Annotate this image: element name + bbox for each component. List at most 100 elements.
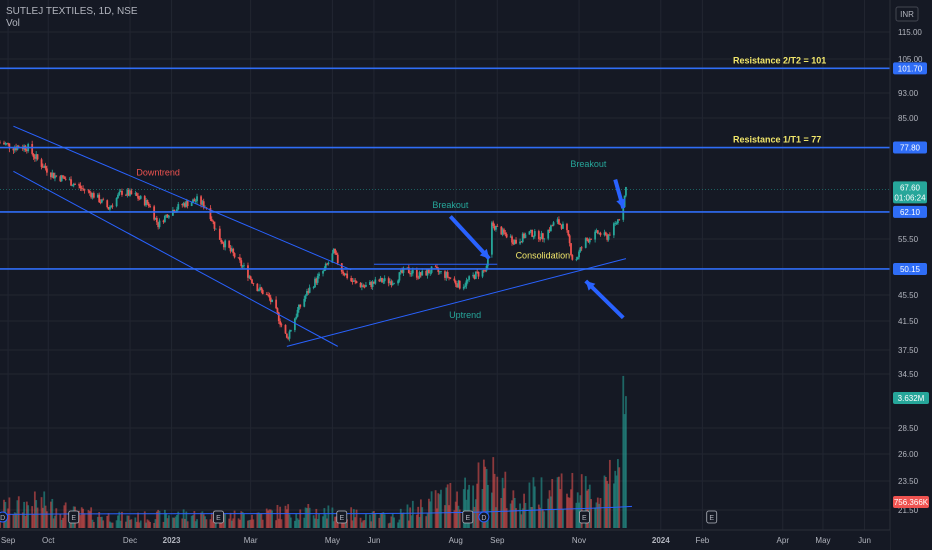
candle-body (571, 255, 574, 260)
candle-body (78, 184, 80, 186)
candle-body (335, 253, 338, 255)
volume-bar (486, 484, 489, 528)
volume-bar (402, 512, 405, 528)
event-marker-label: D (481, 515, 486, 522)
volume-bar (327, 505, 330, 528)
candle-body (551, 225, 554, 227)
candle-body (393, 283, 395, 285)
candle-body (362, 285, 365, 287)
candle-body (590, 238, 592, 240)
volume-bar (365, 514, 367, 528)
chart-header: SUTLEJ TEXTILES, 1D, NSE Vol (6, 6, 138, 30)
candle-body (293, 318, 296, 331)
x-tick-label: 2023 (163, 536, 181, 545)
candle-body (327, 262, 330, 264)
candle-body (618, 219, 621, 221)
y-tick-label: 93.00 (898, 89, 919, 98)
candle-body (121, 190, 123, 195)
volume-legend[interactable]: Vol (6, 18, 138, 30)
x-tick-label: Dec (123, 536, 137, 545)
candle-body (252, 283, 255, 284)
candle-body (334, 248, 336, 254)
candle-body (64, 178, 67, 180)
level-badge-label: 50.15 (900, 265, 921, 274)
event-marker-label: E (465, 515, 470, 522)
candle-body (177, 204, 180, 210)
y-tick-label: 34.50 (898, 370, 919, 379)
x-tick-label: May (325, 536, 340, 545)
y-tick-label: 26.00 (898, 450, 919, 459)
y-tick-label: 45.50 (898, 291, 919, 300)
volume-bar (92, 521, 95, 528)
candle-body (249, 276, 252, 280)
price-chart[interactable]: Resistance 2/T2 = 101 Resistance 1/T1 = 7… (0, 0, 932, 550)
x-tick-label: Aug (449, 536, 463, 545)
volume-bar (383, 514, 386, 528)
candle-body (608, 234, 611, 236)
candle-body (163, 215, 166, 223)
volume-bar (533, 486, 536, 528)
candle-body (568, 235, 571, 244)
candle-body (271, 299, 273, 302)
candle-body (398, 272, 401, 281)
candle-body (257, 290, 260, 292)
volume-bar (224, 514, 227, 528)
candle-body (44, 166, 47, 169)
volume-bar (608, 459, 611, 528)
candle-body (190, 202, 193, 207)
candle-body (365, 284, 367, 287)
candle-body (70, 179, 72, 186)
candle-body (303, 298, 306, 307)
candle-body (247, 265, 249, 278)
candle-body (312, 287, 315, 288)
volume-bar (552, 508, 555, 528)
volume-bar (289, 517, 292, 528)
symbol-line[interactable]: SUTLEJ TEXTILES, 1D, NSE (6, 6, 138, 18)
level-badge-label: 62.10 (900, 208, 921, 217)
candle-body (111, 205, 114, 207)
y-tick-label: 28.50 (898, 424, 919, 433)
volume-bar (308, 507, 311, 528)
volume-bar (83, 513, 86, 528)
candle-body (449, 277, 452, 279)
candle-body (474, 271, 477, 279)
candle-body (336, 254, 339, 264)
volume-bar (374, 512, 377, 528)
volume-bar (102, 520, 105, 528)
candle-body (492, 222, 495, 226)
candle-body (74, 184, 76, 185)
candle-body (458, 280, 461, 289)
candle-body (454, 280, 457, 285)
candle-body (32, 153, 35, 158)
candle-body (570, 243, 572, 256)
candle-body (240, 260, 243, 267)
candle-body (147, 203, 150, 207)
candle-body (210, 219, 213, 221)
candle-body (559, 223, 562, 225)
volume-badge-label: 756.366K (894, 498, 929, 507)
candle-body (62, 175, 64, 178)
event-marker-label: D (0, 515, 5, 522)
price-axis-background (890, 0, 932, 550)
candle-body (232, 248, 235, 254)
candle-body (186, 201, 189, 207)
candle-body (515, 239, 517, 244)
candle-body (288, 331, 291, 339)
level-badge-label: 77.80 (900, 144, 921, 153)
x-tick-label: Sep (1, 536, 16, 545)
candle-body (411, 270, 414, 274)
currency-label: INR (900, 10, 914, 19)
candle-body (446, 272, 449, 278)
candle-body (196, 196, 198, 202)
candle-body (106, 200, 109, 208)
candle-body (118, 191, 121, 195)
candle-body (137, 195, 139, 199)
candle-body (130, 190, 133, 195)
candle-body (496, 225, 499, 227)
annotation-label: Breakout (570, 159, 607, 169)
candle-body (543, 238, 546, 240)
candle-body (586, 238, 588, 240)
annotation-label: Downtrend (136, 167, 180, 177)
volume-bar (196, 519, 198, 528)
candle-body (289, 330, 292, 332)
